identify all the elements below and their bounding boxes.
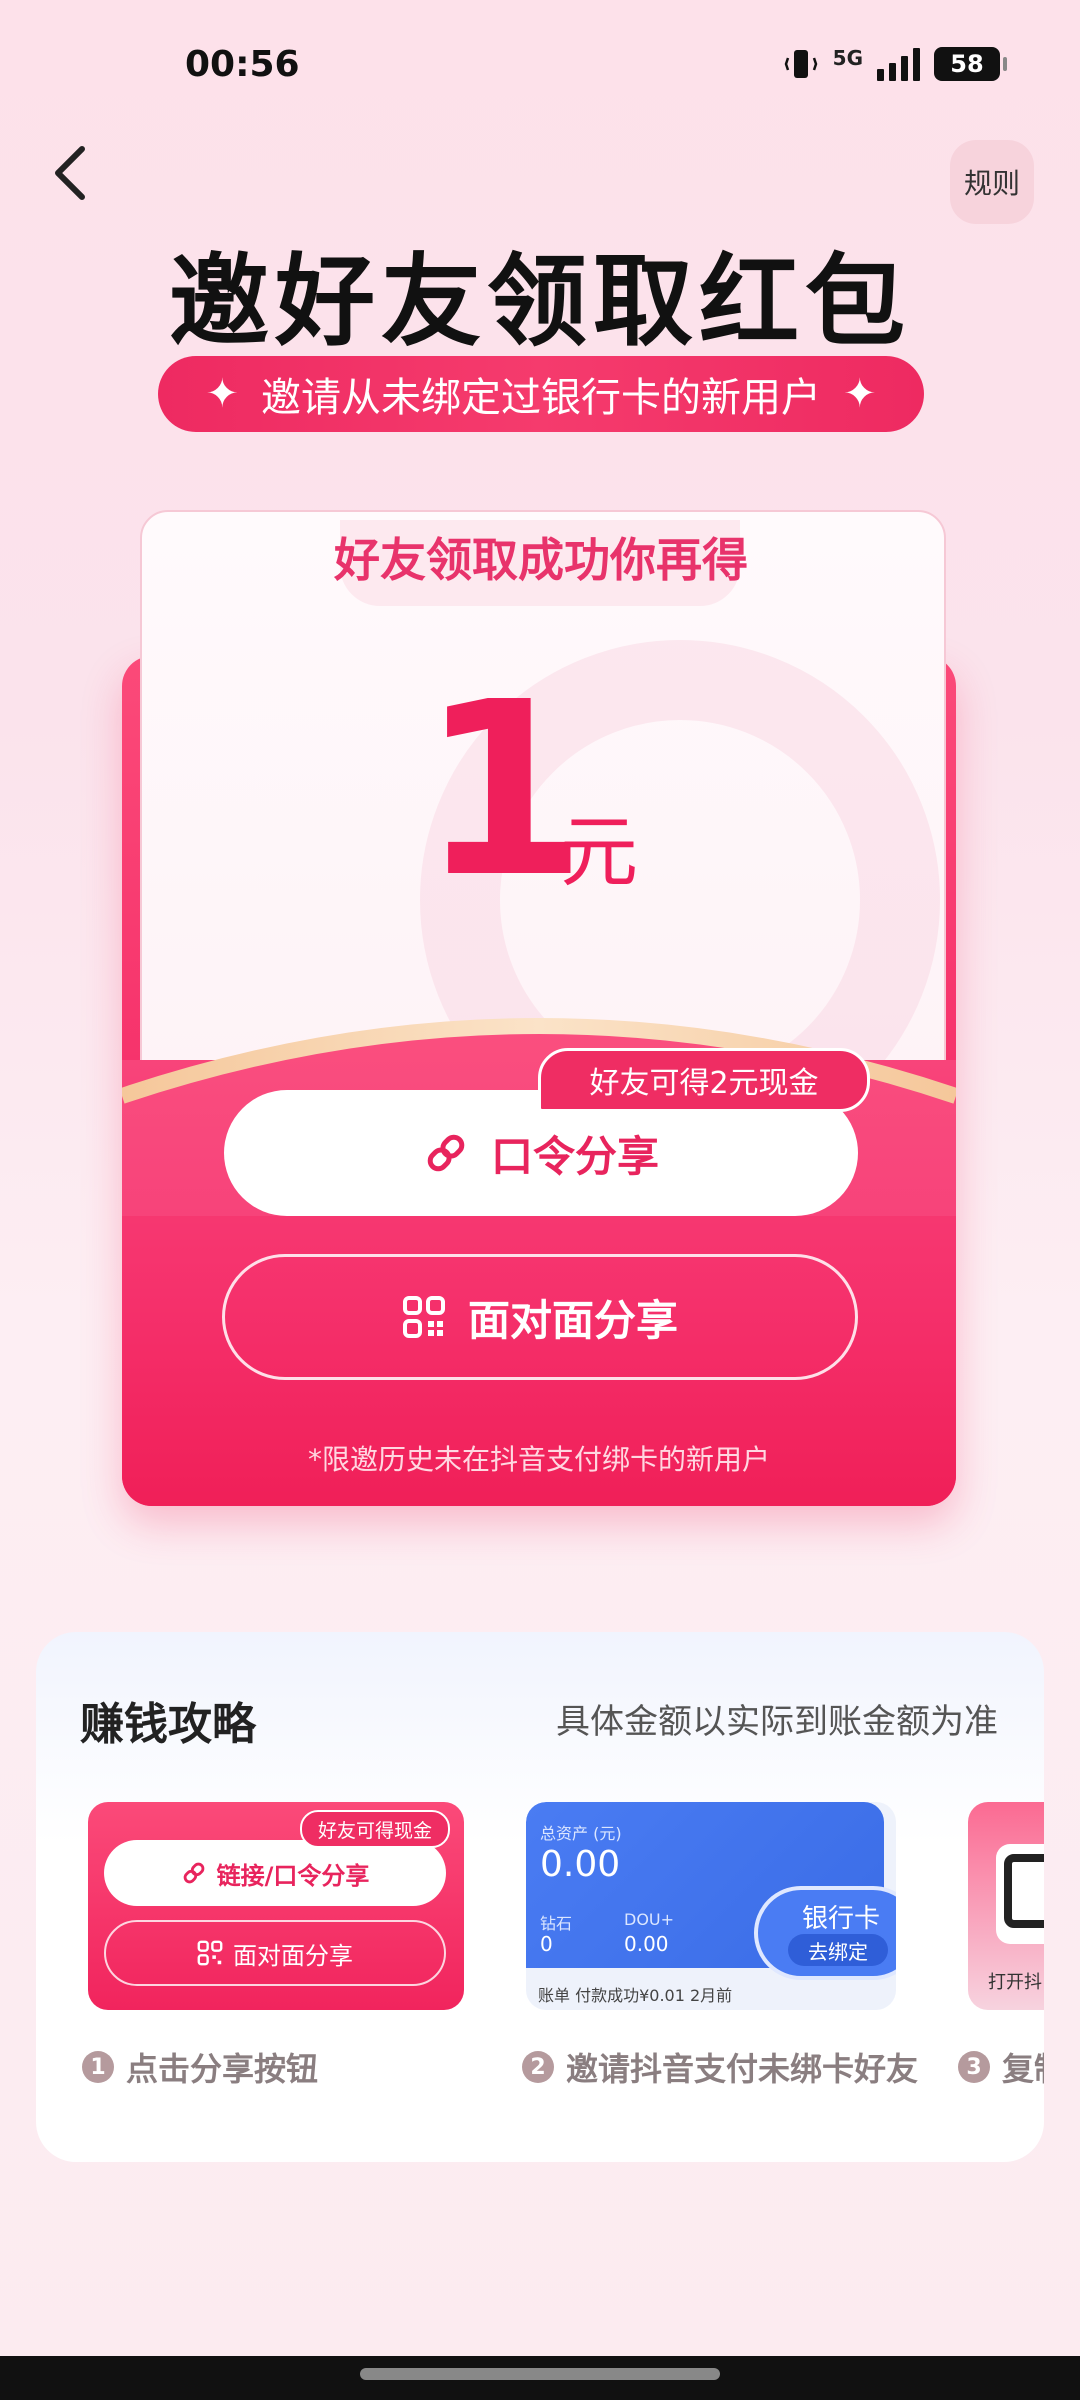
wallet-stat-value: 0 [540, 1932, 553, 1956]
step-3: 3 复制 [958, 2044, 1044, 2090]
wallet-stat-label: DOU+ [624, 1910, 675, 1929]
qr-code-icon [996, 1844, 1044, 1944]
network-label: 5G [832, 46, 863, 70]
link-icon [183, 1862, 204, 1884]
mini-link-label: 链接/口令分享 [216, 1861, 370, 1890]
face-share-label: 面对面分享 [467, 1295, 678, 1345]
strategy-title: 赚钱攻略 [80, 1699, 256, 1750]
step-2: 2 邀请抖音支付未绑卡好友 [522, 2044, 918, 2090]
status-time: 00:56 [185, 44, 300, 85]
sparkle-icon: ✦ [205, 371, 239, 417]
wallet-footer: 账单 付款成功¥0.01 2月前 [538, 1986, 733, 2005]
status-icons: 5G 58 [783, 46, 1007, 82]
wallet-stat-value: 0.00 [624, 1932, 669, 1956]
reward-unit: 元 [560, 808, 639, 898]
step-card-open: 打开抖 [968, 1802, 1044, 2010]
step-card-wallet: 总资产 (元) 0.00 钻石 0 DOU+ 0.00 账单 付款成功¥0.01… [526, 1802, 896, 2010]
step-number: 1 [82, 2051, 114, 2083]
mini-face-button: 面对面分享 [104, 1920, 446, 1986]
strategy-section: 赚钱攻略 具体金额以实际到账金额为准 链接/口令分享 好友可得现金 面对面分享 … [36, 1632, 1044, 2162]
bank-card-title: 银行卡 [801, 1904, 880, 1934]
step-card-share: 链接/口令分享 好友可得现金 面对面分享 [88, 1802, 464, 2010]
step-number: 2 [522, 2051, 554, 2083]
link-icon [427, 1134, 465, 1172]
battery-icon: 58 [934, 47, 1007, 81]
back-button[interactable] [40, 138, 100, 208]
rules-button[interactable]: 规则 [950, 140, 1034, 224]
vibrate-icon [784, 50, 817, 78]
wallet-stat-label: 钻石 [540, 1914, 573, 1933]
signal-icon [877, 47, 920, 81]
chevron-left-icon [55, 146, 85, 200]
packet-note: *限邀历史未在抖音支付绑卡的新用户 [307, 1443, 770, 1476]
home-indicator[interactable] [360, 2368, 720, 2380]
step-1: 1 点击分享按钮 [82, 2044, 318, 2090]
subtitle-text: 邀请从未绑定过银行卡的新用户 [261, 375, 821, 421]
page-title: 邀好友领取红包 [169, 243, 911, 360]
subtitle-pill: ✦ 邀请从未绑定过银行卡的新用户 ✦ [158, 356, 924, 432]
step-label: 复制 [1002, 2050, 1044, 2088]
strategy-note: 具体金额以实际到账金额为准 [556, 1702, 998, 1742]
mini-link-button: 链接/口令分享 [104, 1840, 446, 1906]
wallet-amount: 0.00 [540, 1844, 621, 1885]
open-label: 打开抖 [988, 1972, 1042, 1993]
qr-code-icon [197, 1940, 223, 1966]
code-share-label: 口令分享 [490, 1131, 659, 1181]
packet-head: 好友领取成功你再得 [334, 533, 748, 587]
step-label: 邀请抖音支付未绑卡好友 [566, 2050, 919, 2088]
mini-bonus-tag: 好友可得现金 [300, 1810, 450, 1848]
bind-card-chip: 去绑定 [788, 1934, 888, 1966]
mini-face-label: 面对面分享 [233, 1941, 353, 1970]
bank-card-pill: 银行卡 去绑定 [754, 1886, 896, 1980]
sparkle-icon: ✦ [843, 371, 877, 417]
qr-code-icon [402, 1296, 445, 1338]
step-label: 点击分享按钮 [126, 2050, 319, 2088]
face-share-button[interactable]: 面对面分享 [222, 1254, 858, 1380]
step-number: 3 [958, 2051, 990, 2083]
bonus-tag: 好友可得2元现金 [538, 1048, 870, 1112]
wallet-label: 总资产 (元) [540, 1824, 622, 1843]
